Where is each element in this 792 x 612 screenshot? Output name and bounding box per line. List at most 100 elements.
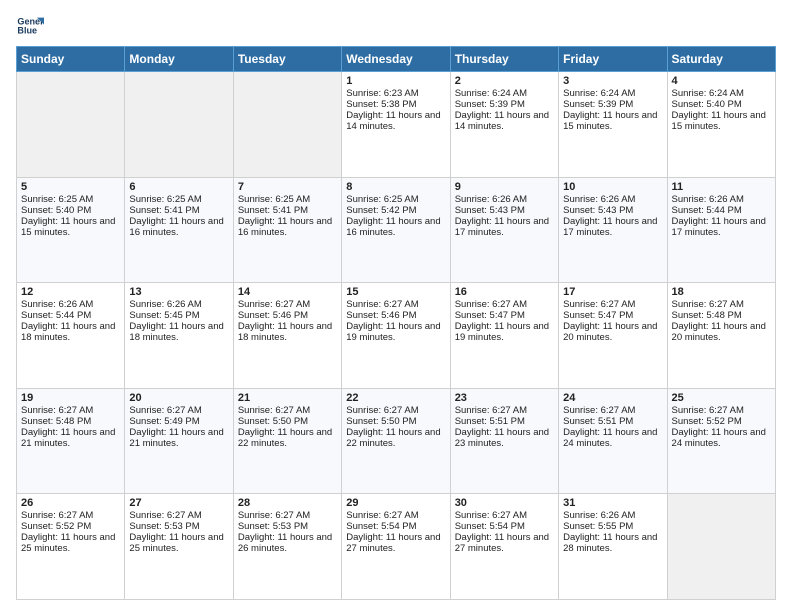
- calendar-cell: 19Sunrise: 6:27 AMSunset: 5:48 PMDayligh…: [17, 388, 125, 494]
- daylight-info: Daylight: 11 hours and 22 minutes.: [238, 427, 332, 449]
- svg-text:Blue: Blue: [17, 26, 37, 36]
- calendar-cell: 15Sunrise: 6:27 AMSunset: 5:46 PMDayligh…: [342, 283, 450, 389]
- daylight-info: Daylight: 11 hours and 27 minutes.: [346, 532, 440, 554]
- day-header-friday: Friday: [559, 47, 667, 72]
- day-number: 20: [129, 392, 228, 404]
- sunset-info: Sunset: 5:39 PM: [455, 99, 525, 110]
- day-number: 13: [129, 286, 228, 298]
- day-number: 22: [346, 392, 445, 404]
- sunrise-info: Sunrise: 6:26 AM: [672, 194, 744, 205]
- day-number: 18: [672, 286, 771, 298]
- calendar-cell: 25Sunrise: 6:27 AMSunset: 5:52 PMDayligh…: [667, 388, 775, 494]
- day-number: 16: [455, 286, 554, 298]
- day-number: 23: [455, 392, 554, 404]
- daylight-info: Daylight: 11 hours and 23 minutes.: [455, 427, 549, 449]
- daylight-info: Daylight: 11 hours and 20 minutes.: [672, 321, 766, 343]
- day-number: 2: [455, 75, 554, 87]
- sunrise-info: Sunrise: 6:26 AM: [563, 194, 635, 205]
- sunset-info: Sunset: 5:39 PM: [563, 99, 633, 110]
- calendar-cell: 22Sunrise: 6:27 AMSunset: 5:50 PMDayligh…: [342, 388, 450, 494]
- day-header-sunday: Sunday: [17, 47, 125, 72]
- daylight-info: Daylight: 11 hours and 21 minutes.: [129, 427, 223, 449]
- daylight-info: Daylight: 11 hours and 16 minutes.: [346, 216, 440, 238]
- day-number: 15: [346, 286, 445, 298]
- sunset-info: Sunset: 5:43 PM: [455, 205, 525, 216]
- calendar-cell: 4Sunrise: 6:24 AMSunset: 5:40 PMDaylight…: [667, 72, 775, 178]
- calendar-cell: 31Sunrise: 6:26 AMSunset: 5:55 PMDayligh…: [559, 494, 667, 600]
- sunrise-info: Sunrise: 6:27 AM: [238, 510, 310, 521]
- sunset-info: Sunset: 5:51 PM: [455, 416, 525, 427]
- sunset-info: Sunset: 5:48 PM: [672, 310, 742, 321]
- daylight-info: Daylight: 11 hours and 17 minutes.: [455, 216, 549, 238]
- day-number: 25: [672, 392, 771, 404]
- sunset-info: Sunset: 5:47 PM: [563, 310, 633, 321]
- daylight-info: Daylight: 11 hours and 15 minutes.: [563, 110, 657, 132]
- calendar-cell: 23Sunrise: 6:27 AMSunset: 5:51 PMDayligh…: [450, 388, 558, 494]
- sunset-info: Sunset: 5:40 PM: [672, 99, 742, 110]
- day-number: 30: [455, 497, 554, 509]
- calendar-cell: [233, 72, 341, 178]
- sunrise-info: Sunrise: 6:25 AM: [238, 194, 310, 205]
- sunset-info: Sunset: 5:42 PM: [346, 205, 416, 216]
- day-number: 7: [238, 181, 337, 193]
- sunset-info: Sunset: 5:53 PM: [238, 521, 308, 532]
- sunrise-info: Sunrise: 6:26 AM: [455, 194, 527, 205]
- calendar-cell: 24Sunrise: 6:27 AMSunset: 5:51 PMDayligh…: [559, 388, 667, 494]
- day-number: 3: [563, 75, 662, 87]
- daylight-info: Daylight: 11 hours and 14 minutes.: [455, 110, 549, 132]
- calendar-cell: 17Sunrise: 6:27 AMSunset: 5:47 PMDayligh…: [559, 283, 667, 389]
- calendar-cell: 2Sunrise: 6:24 AMSunset: 5:39 PMDaylight…: [450, 72, 558, 178]
- calendar-week-3: 12Sunrise: 6:26 AMSunset: 5:44 PMDayligh…: [17, 283, 776, 389]
- sunset-info: Sunset: 5:46 PM: [346, 310, 416, 321]
- calendar-cell: 12Sunrise: 6:26 AMSunset: 5:44 PMDayligh…: [17, 283, 125, 389]
- calendar-week-5: 26Sunrise: 6:27 AMSunset: 5:52 PMDayligh…: [17, 494, 776, 600]
- sunset-info: Sunset: 5:52 PM: [21, 521, 91, 532]
- sunrise-info: Sunrise: 6:27 AM: [238, 405, 310, 416]
- sunrise-info: Sunrise: 6:24 AM: [563, 88, 635, 99]
- sunset-info: Sunset: 5:51 PM: [563, 416, 633, 427]
- day-number: 14: [238, 286, 337, 298]
- daylight-info: Daylight: 11 hours and 28 minutes.: [563, 532, 657, 554]
- calendar-cell: 10Sunrise: 6:26 AMSunset: 5:43 PMDayligh…: [559, 177, 667, 283]
- calendar-cell: 14Sunrise: 6:27 AMSunset: 5:46 PMDayligh…: [233, 283, 341, 389]
- daylight-info: Daylight: 11 hours and 15 minutes.: [21, 216, 115, 238]
- day-number: 1: [346, 75, 445, 87]
- daylight-info: Daylight: 11 hours and 20 minutes.: [563, 321, 657, 343]
- day-number: 31: [563, 497, 662, 509]
- day-number: 9: [455, 181, 554, 193]
- sunset-info: Sunset: 5:43 PM: [563, 205, 633, 216]
- sunrise-info: Sunrise: 6:26 AM: [563, 510, 635, 521]
- sunrise-info: Sunrise: 6:27 AM: [563, 299, 635, 310]
- daylight-info: Daylight: 11 hours and 26 minutes.: [238, 532, 332, 554]
- daylight-info: Daylight: 11 hours and 16 minutes.: [129, 216, 223, 238]
- sunset-info: Sunset: 5:50 PM: [238, 416, 308, 427]
- sunrise-info: Sunrise: 6:27 AM: [455, 405, 527, 416]
- sunset-info: Sunset: 5:40 PM: [21, 205, 91, 216]
- sunset-info: Sunset: 5:41 PM: [238, 205, 308, 216]
- calendar-cell: 21Sunrise: 6:27 AMSunset: 5:50 PMDayligh…: [233, 388, 341, 494]
- sunset-info: Sunset: 5:46 PM: [238, 310, 308, 321]
- sunrise-info: Sunrise: 6:27 AM: [238, 299, 310, 310]
- calendar-cell: 18Sunrise: 6:27 AMSunset: 5:48 PMDayligh…: [667, 283, 775, 389]
- calendar-cell: 20Sunrise: 6:27 AMSunset: 5:49 PMDayligh…: [125, 388, 233, 494]
- logo: General Blue: [16, 12, 44, 40]
- sunset-info: Sunset: 5:44 PM: [21, 310, 91, 321]
- sunset-info: Sunset: 5:49 PM: [129, 416, 199, 427]
- sunrise-info: Sunrise: 6:23 AM: [346, 88, 418, 99]
- day-number: 6: [129, 181, 228, 193]
- day-number: 21: [238, 392, 337, 404]
- sunrise-info: Sunrise: 6:26 AM: [21, 299, 93, 310]
- sunrise-info: Sunrise: 6:27 AM: [563, 405, 635, 416]
- daylight-info: Daylight: 11 hours and 18 minutes.: [129, 321, 223, 343]
- calendar-week-1: 1Sunrise: 6:23 AMSunset: 5:38 PMDaylight…: [17, 72, 776, 178]
- header: General Blue: [16, 12, 776, 40]
- day-number: 8: [346, 181, 445, 193]
- daylight-info: Daylight: 11 hours and 22 minutes.: [346, 427, 440, 449]
- sunrise-info: Sunrise: 6:25 AM: [129, 194, 201, 205]
- calendar-cell: 8Sunrise: 6:25 AMSunset: 5:42 PMDaylight…: [342, 177, 450, 283]
- sunrise-info: Sunrise: 6:27 AM: [346, 299, 418, 310]
- sunrise-info: Sunrise: 6:25 AM: [346, 194, 418, 205]
- calendar-table: SundayMondayTuesdayWednesdayThursdayFrid…: [16, 46, 776, 600]
- day-number: 28: [238, 497, 337, 509]
- sunrise-info: Sunrise: 6:27 AM: [21, 510, 93, 521]
